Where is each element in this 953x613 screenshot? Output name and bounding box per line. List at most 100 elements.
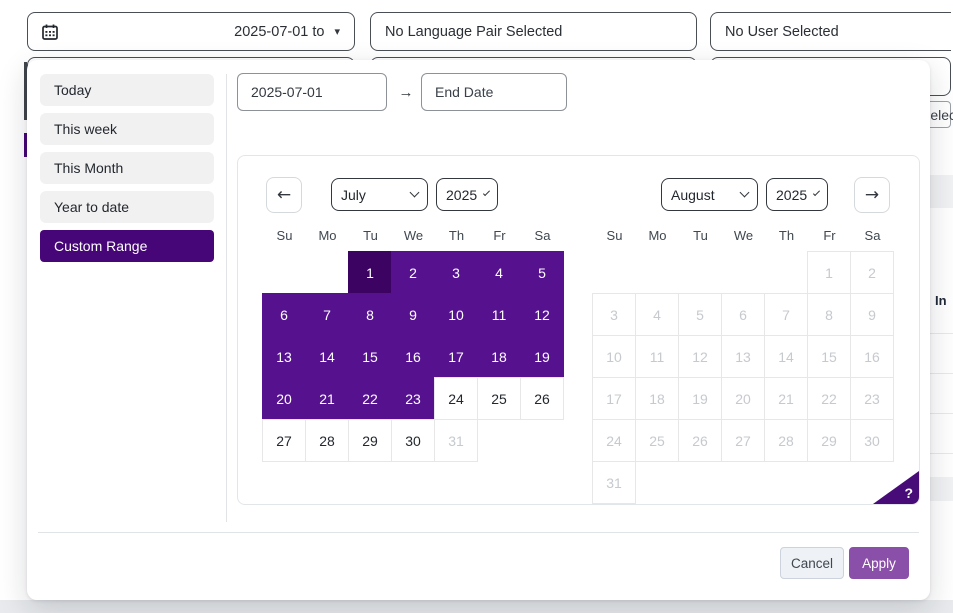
day-cell-july-14[interactable]: 14 bbox=[305, 335, 349, 378]
day-cell-empty bbox=[721, 251, 765, 294]
background-partial-table-header: In bbox=[935, 293, 947, 308]
user-filter[interactable]: No User Selected bbox=[710, 12, 951, 51]
preset-today[interactable]: Today bbox=[40, 74, 214, 106]
day-cell-july-5[interactable]: 5 bbox=[520, 251, 564, 294]
date-range-filter[interactable]: 2025-07-01 to ▾ bbox=[27, 12, 355, 51]
chevron-down-icon bbox=[483, 189, 490, 196]
day-cell-july-27[interactable]: 27 bbox=[262, 419, 306, 462]
right-month-value: August bbox=[671, 187, 715, 203]
cancel-button[interactable]: Cancel bbox=[780, 547, 844, 579]
start-date-input[interactable] bbox=[237, 73, 387, 111]
preset-year-to-date[interactable]: Year to date bbox=[40, 191, 214, 223]
day-cell-july-29[interactable]: 29 bbox=[348, 419, 392, 462]
day-cell-empty bbox=[764, 461, 808, 504]
day-cell-july-24[interactable]: 24 bbox=[434, 377, 478, 420]
day-cell-july-21[interactable]: 21 bbox=[305, 377, 349, 420]
day-cell-empty bbox=[807, 461, 851, 504]
weekday-label: We bbox=[392, 228, 435, 243]
previous-month-button[interactable]: ← bbox=[266, 177, 302, 213]
day-cell-empty bbox=[477, 419, 521, 462]
right-year-select[interactable]: 2025 bbox=[766, 178, 828, 211]
left-year-value: 2025 bbox=[446, 187, 477, 203]
day-cell-july-2[interactable]: 2 bbox=[391, 251, 435, 294]
user-filter-label: No User Selected bbox=[725, 24, 839, 40]
day-cell-july-10[interactable]: 10 bbox=[434, 293, 478, 336]
weekday-label: Tu bbox=[679, 228, 722, 243]
day-cell-july-25[interactable]: 25 bbox=[477, 377, 521, 420]
date-range-value: 2025-07-01 to bbox=[234, 24, 324, 40]
background-table-band bbox=[930, 477, 953, 501]
weekday-label: Su bbox=[263, 228, 306, 243]
preset-custom-range[interactable]: Custom Range bbox=[40, 230, 214, 262]
day-cell-empty bbox=[592, 251, 636, 294]
day-cell-august-8: 8 bbox=[807, 293, 851, 336]
vertical-divider bbox=[226, 74, 227, 522]
left-month-select[interactable]: July bbox=[331, 178, 428, 211]
day-cell-august-27: 27 bbox=[721, 419, 765, 462]
day-grid-august: 1234567891011121314151617181920212223242… bbox=[593, 252, 894, 504]
day-cell-july-28[interactable]: 28 bbox=[305, 419, 349, 462]
left-year-select[interactable]: 2025 bbox=[436, 178, 498, 211]
day-cell-august-14: 14 bbox=[764, 335, 808, 378]
day-cell-august-29: 29 bbox=[807, 419, 851, 462]
day-cell-july-19[interactable]: 19 bbox=[520, 335, 564, 378]
day-cell-august-16: 16 bbox=[850, 335, 894, 378]
day-cell-august-6: 6 bbox=[721, 293, 765, 336]
end-date-input[interactable] bbox=[421, 73, 567, 111]
day-cell-july-6[interactable]: 6 bbox=[262, 293, 306, 336]
day-cell-july-30[interactable]: 30 bbox=[391, 419, 435, 462]
weekday-label: Su bbox=[593, 228, 636, 243]
day-cell-july-8[interactable]: 8 bbox=[348, 293, 392, 336]
day-cell-july-9[interactable]: 9 bbox=[391, 293, 435, 336]
day-cell-july-16[interactable]: 16 bbox=[391, 335, 435, 378]
preset-this-month[interactable]: This Month bbox=[40, 152, 214, 184]
day-cell-empty bbox=[262, 251, 306, 294]
day-cell-july-20[interactable]: 20 bbox=[262, 377, 306, 420]
day-cell-august-7: 7 bbox=[764, 293, 808, 336]
day-cell-august-24: 24 bbox=[592, 419, 636, 462]
day-cell-august-1: 1 bbox=[807, 251, 851, 294]
day-cell-august-19: 19 bbox=[678, 377, 722, 420]
day-cell-august-28: 28 bbox=[764, 419, 808, 462]
help-question-icon[interactable]: ? bbox=[904, 485, 913, 501]
day-cell-august-18: 18 bbox=[635, 377, 679, 420]
preset-this-week[interactable]: This week bbox=[40, 113, 214, 145]
weekday-label: Tu bbox=[349, 228, 392, 243]
day-cell-july-4[interactable]: 4 bbox=[477, 251, 521, 294]
day-cell-july-17[interactable]: 17 bbox=[434, 335, 478, 378]
footer-divider bbox=[38, 532, 919, 533]
day-cell-july-1[interactable]: 1 bbox=[348, 251, 392, 294]
preset-list: Today This week This Month Year to date Cust… bbox=[40, 74, 214, 269]
day-cell-july-3[interactable]: 3 bbox=[434, 251, 478, 294]
day-cell-august-22: 22 bbox=[807, 377, 851, 420]
day-cell-july-15[interactable]: 15 bbox=[348, 335, 392, 378]
day-cell-july-26[interactable]: 26 bbox=[520, 377, 564, 420]
day-cell-august-31: 31 bbox=[592, 461, 636, 504]
day-cell-august-30: 30 bbox=[850, 419, 894, 462]
chevron-down-icon bbox=[813, 189, 820, 196]
day-cell-july-22[interactable]: 22 bbox=[348, 377, 392, 420]
day-cell-july-12[interactable]: 12 bbox=[520, 293, 564, 336]
day-cell-july-7[interactable]: 7 bbox=[305, 293, 349, 336]
next-month-button[interactable]: → bbox=[854, 177, 890, 213]
day-cell-august-15: 15 bbox=[807, 335, 851, 378]
weekday-label: Fr bbox=[808, 228, 851, 243]
day-cell-empty bbox=[678, 251, 722, 294]
day-cell-july-13[interactable]: 13 bbox=[262, 335, 306, 378]
day-cell-august-11: 11 bbox=[635, 335, 679, 378]
right-month-select[interactable]: August bbox=[661, 178, 758, 211]
day-cell-july-23[interactable]: 23 bbox=[391, 377, 435, 420]
day-cell-august-17: 17 bbox=[592, 377, 636, 420]
day-cell-july-18[interactable]: 18 bbox=[477, 335, 521, 378]
arrow-right-icon: → bbox=[393, 73, 419, 111]
day-cell-july-11[interactable]: 11 bbox=[477, 293, 521, 336]
language-pair-filter[interactable]: No Language Pair Selected bbox=[370, 12, 697, 51]
apply-button[interactable]: Apply bbox=[849, 547, 909, 579]
day-cell-august-20: 20 bbox=[721, 377, 765, 420]
background-table-band bbox=[930, 175, 953, 208]
weekday-label: Sa bbox=[521, 228, 564, 243]
day-cell-empty bbox=[635, 251, 679, 294]
left-month-value: July bbox=[341, 187, 366, 203]
weekday-label: Sa bbox=[851, 228, 894, 243]
day-cell-empty bbox=[305, 251, 349, 294]
